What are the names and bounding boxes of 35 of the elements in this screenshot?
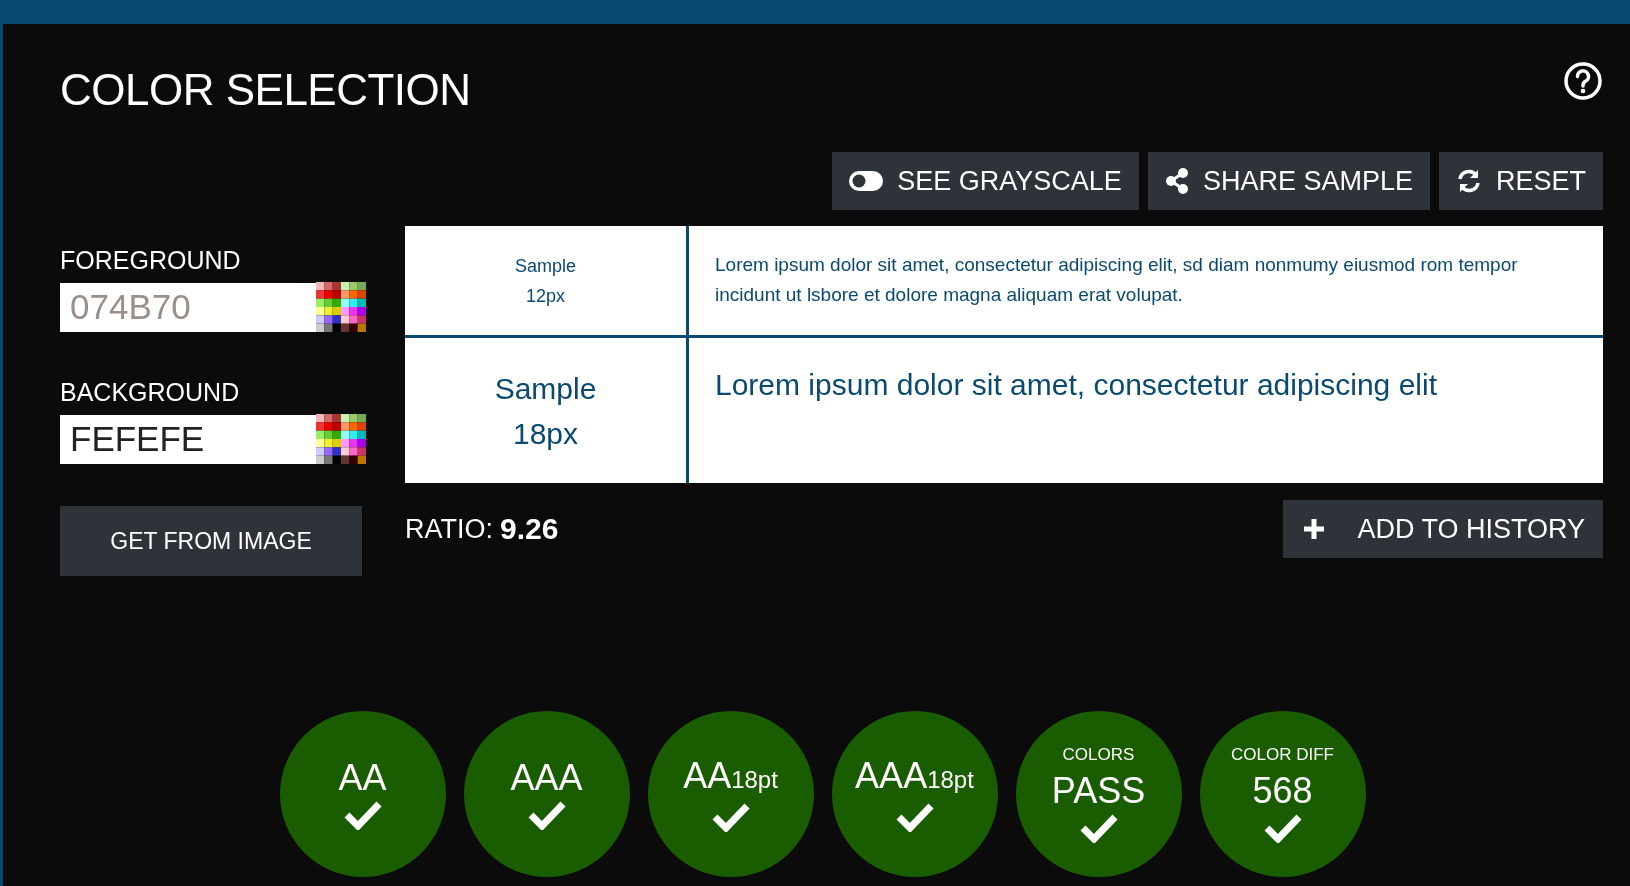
check-icon — [1262, 813, 1303, 843]
reset-button[interactable]: RESET — [1438, 152, 1603, 210]
share-icon — [1164, 168, 1189, 194]
check-icon — [342, 800, 383, 830]
toggle-icon — [849, 171, 884, 191]
plus-icon — [1303, 518, 1326, 540]
help-icon[interactable] — [1563, 61, 1603, 101]
grayscale-button[interactable]: SEE GRAYSCALE — [832, 152, 1139, 210]
get-from-image-button[interactable]: GET FROM IMAGE — [60, 506, 362, 576]
sample-text: Lorem ipsum dolor sit amet, consectetur adipiscing elit, sd diam nonmumy eiusmod rom tempor incidunt ut lsbore et dolore magna aliquam erat volupat. — [714, 253, 1519, 307]
check-icon — [894, 802, 935, 832]
field-label: BACKGROUND — [60, 378, 241, 408]
sample-caption: Sample 12px — [405, 226, 689, 335]
sample-text: Lorem ipsum dolor sit amet, consectetur adipiscing elit — [714, 367, 1438, 403]
badge-caption: COLOR DIFF — [1231, 745, 1334, 765]
check-icon — [1078, 813, 1119, 843]
field-label: FOREGROUND — [60, 246, 242, 276]
color-input[interactable]: FEFEFE — [60, 414, 316, 464]
refresh-icon — [1455, 168, 1482, 194]
check-icon — [710, 802, 751, 832]
palette-icon[interactable] — [316, 414, 366, 464]
ratio-value: 9.26 — [500, 512, 559, 546]
badge-caption: COLORS — [1062, 745, 1135, 765]
add-to-history-button[interactable]: ADD TO HISTORY — [1283, 500, 1603, 558]
badge-label: PASS — [1051, 771, 1146, 811]
color-input[interactable]: 074B70 — [60, 282, 316, 332]
check-icon — [526, 800, 567, 830]
share-button[interactable]: SHARE SAMPLE — [1147, 152, 1430, 210]
badge-label: 568 — [1252, 771, 1313, 811]
ratio-label: RATIO: — [405, 513, 493, 545]
badge-label: AA — [338, 758, 387, 798]
sample-caption: Sample 18px — [405, 338, 689, 483]
badge-label: AAA — [510, 758, 583, 798]
palette-icon[interactable] — [316, 282, 366, 332]
page-title: COLOR SELECTION — [60, 64, 471, 115]
